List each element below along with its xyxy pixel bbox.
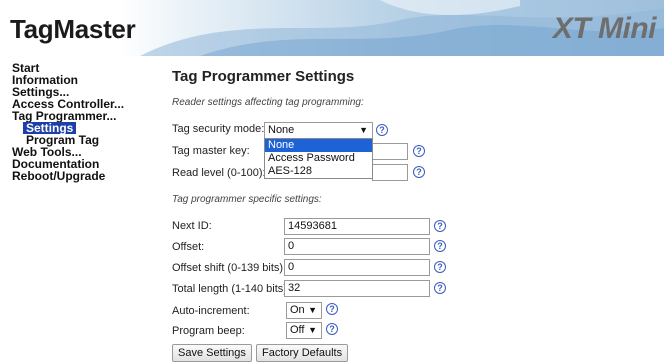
save-settings-button[interactable]: Save Settings bbox=[172, 344, 252, 362]
dropdown-option[interactable]: Access Password bbox=[265, 152, 372, 165]
program-beep-value: Off bbox=[290, 324, 305, 336]
brand-logo: TagMaster bbox=[10, 14, 136, 44]
auto-increment-value: On bbox=[290, 304, 305, 316]
help-icon[interactable]: ? bbox=[376, 124, 388, 136]
chevron-down-icon: ▼ bbox=[308, 325, 317, 335]
header-banner: TagMaster XT Mini bbox=[0, 0, 664, 56]
help-icon[interactable]: ? bbox=[413, 166, 425, 178]
offset-input[interactable]: 0 bbox=[284, 238, 430, 255]
dropdown-option[interactable]: AES-128 bbox=[265, 165, 372, 178]
offset-shift-input[interactable]: 0 bbox=[284, 259, 430, 276]
master-key-label: Tag master key: bbox=[172, 145, 250, 157]
chevron-down-icon: ▼ bbox=[359, 125, 368, 135]
read-level-input[interactable] bbox=[372, 164, 408, 181]
program-beep-label: Program beep: bbox=[172, 325, 245, 337]
chevron-down-icon: ▼ bbox=[308, 305, 317, 315]
security-mode-dropdown[interactable]: None Access Password AES-128 bbox=[264, 138, 373, 179]
page-title: Tag Programmer Settings bbox=[172, 68, 355, 85]
help-icon[interactable]: ? bbox=[326, 323, 338, 335]
read-level-label: Read level (0-100): bbox=[172, 167, 266, 179]
help-icon[interactable]: ? bbox=[413, 145, 425, 157]
sidebar-nav: Start Information Settings... Access Con… bbox=[12, 62, 152, 182]
auto-increment-label: Auto-increment: bbox=[172, 305, 250, 317]
security-mode-label: Tag security mode: bbox=[172, 123, 265, 135]
offset-shift-label: Offset shift (0-139 bits): bbox=[172, 262, 287, 274]
next-id-label: Next ID: bbox=[172, 220, 212, 232]
dropdown-option[interactable]: None bbox=[265, 139, 372, 152]
reader-settings-note: Reader settings affecting tag programmin… bbox=[172, 97, 364, 108]
total-length-input[interactable]: 32 bbox=[284, 280, 430, 297]
next-id-input[interactable]: 14593681 bbox=[284, 218, 430, 235]
help-icon[interactable]: ? bbox=[326, 303, 338, 315]
security-mode-value: None bbox=[268, 124, 295, 136]
help-icon[interactable]: ? bbox=[434, 240, 446, 252]
master-key-input[interactable] bbox=[372, 143, 408, 160]
security-mode-select[interactable]: None ▼ bbox=[264, 122, 373, 139]
total-length-label: Total length (1-140 bits): bbox=[172, 283, 291, 295]
factory-defaults-button[interactable]: Factory Defaults bbox=[256, 344, 349, 362]
programmer-settings-note: Tag programmer specific settings: bbox=[172, 194, 322, 205]
help-icon[interactable]: ? bbox=[434, 261, 446, 273]
auto-increment-select[interactable]: On ▼ bbox=[286, 302, 322, 319]
help-icon[interactable]: ? bbox=[434, 282, 446, 294]
help-icon[interactable]: ? bbox=[434, 220, 446, 232]
nav-item-reboot-upgrade[interactable]: Reboot/Upgrade bbox=[12, 170, 152, 182]
offset-label: Offset: bbox=[172, 241, 205, 253]
product-name: XT Mini bbox=[552, 12, 657, 45]
program-beep-select[interactable]: Off ▼ bbox=[286, 322, 322, 339]
